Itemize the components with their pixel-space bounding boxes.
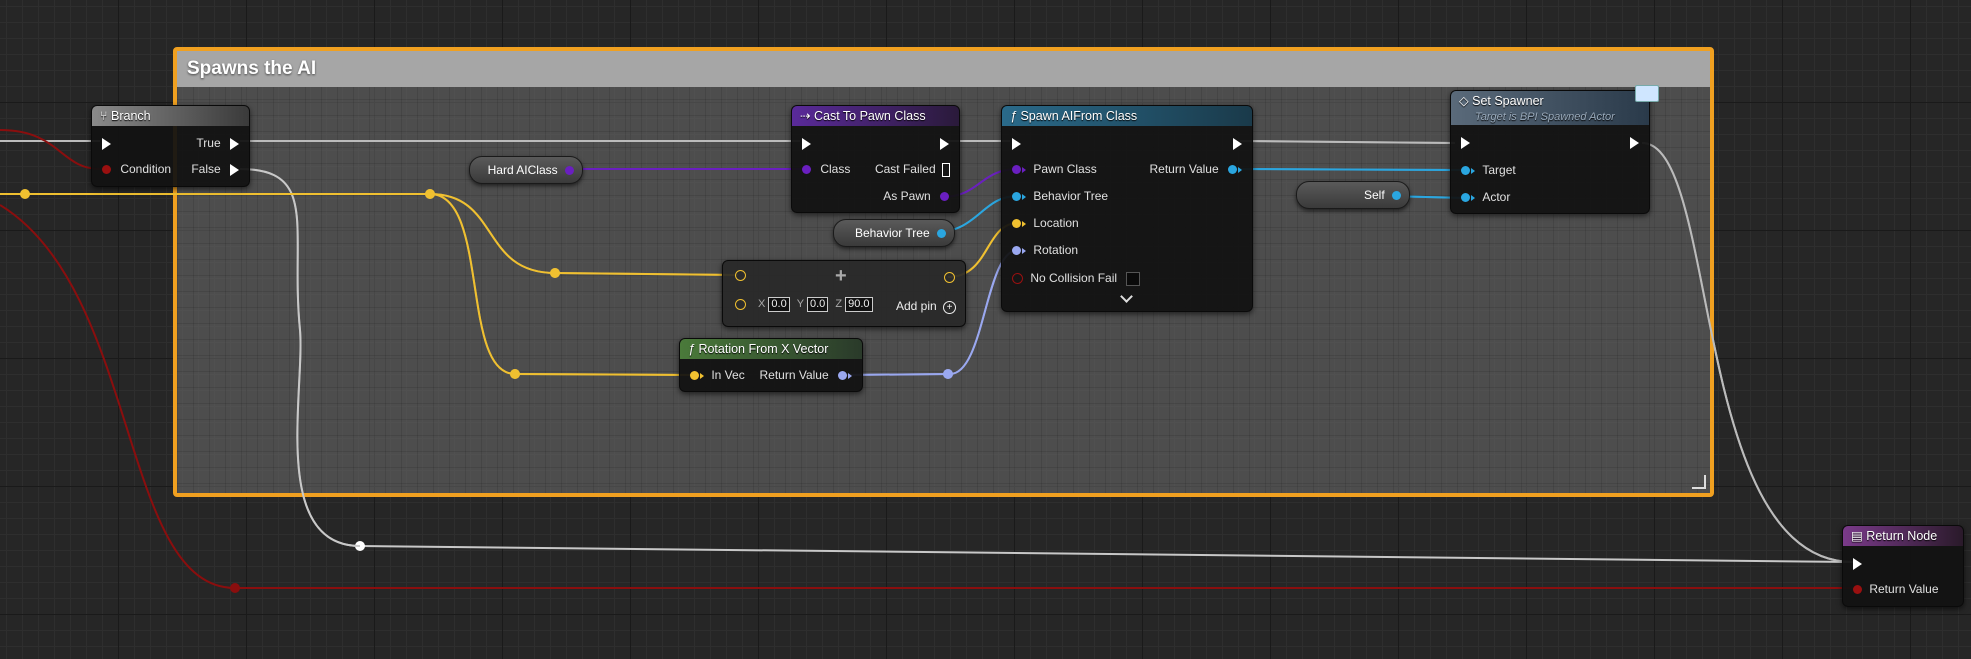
- exec-pin-hollow-icon: [942, 162, 950, 177]
- vector-pin-out-icon[interactable]: [944, 272, 955, 283]
- cast-header: ⇢ Cast To Pawn Class: [792, 106, 959, 126]
- class-pin-icon: [802, 165, 811, 175]
- exec-pin-icon: [230, 137, 239, 150]
- vector-pin-b-icon[interactable]: [735, 299, 746, 310]
- branch-condition-pin[interactable]: Condition: [102, 161, 171, 177]
- interface-icon: ◇: [1459, 94, 1469, 108]
- spawn-return-value-pin[interactable]: Return Value: [1150, 161, 1242, 177]
- spawn-exec-out[interactable]: [1233, 135, 1242, 151]
- reroute-yellow-1: [20, 189, 30, 199]
- class-pin-icon: [940, 192, 949, 202]
- reroute-exec: [355, 541, 365, 551]
- branch-true-pin[interactable]: True: [196, 135, 239, 151]
- spawn-pawn-class-pin[interactable]: Pawn Class: [1012, 161, 1097, 177]
- exec-pin-icon: [1853, 557, 1862, 570]
- spawn-ai-from-class-node[interactable]: ƒ Spawn AIFrom Class Pawn Class Return V…: [1001, 105, 1253, 312]
- spawn-header: ƒ Spawn AIFrom Class: [1002, 106, 1252, 126]
- set-spawner-exec-out[interactable]: [1630, 134, 1639, 150]
- rotation-from-x-vector-node[interactable]: ƒ Rotation From X Vector In Vec Return V…: [679, 338, 863, 392]
- x-input[interactable]: 0.0: [768, 297, 790, 312]
- bool-wire-condition: [0, 129, 101, 170]
- exec-pin-icon: [802, 137, 811, 150]
- spawn-exec-in[interactable]: [1012, 135, 1021, 151]
- envelope-icon: [1635, 85, 1659, 102]
- object-pin-icon: [1228, 165, 1237, 175]
- resize-grip-icon[interactable]: [1692, 475, 1706, 489]
- vector-pin-icon: [1012, 219, 1021, 229]
- object-pin-icon: [1012, 192, 1021, 202]
- spawn-no-collision-fail-pin[interactable]: No Collision Fail: [1012, 270, 1141, 286]
- rotation-return-pin[interactable]: Return Value: [760, 367, 852, 383]
- rotation-header: ƒ Rotation From X Vector: [680, 339, 862, 359]
- bool-pin-icon: [1012, 273, 1023, 285]
- rotator-pin-icon: [1012, 246, 1021, 256]
- cast-class-pin[interactable]: Class: [802, 161, 850, 177]
- plus-circle-icon: +: [943, 301, 957, 314]
- hard-aiclass-variable[interactable]: Hard AIClass: [469, 156, 583, 184]
- rotator-pin-icon: [838, 371, 847, 381]
- object-pin-icon[interactable]: [937, 229, 946, 239]
- branch-header: ⑂ Branch: [92, 106, 249, 126]
- return-node[interactable]: ▤ Return Node Return Value: [1842, 525, 1964, 607]
- exec-pin-icon: [230, 163, 239, 176]
- spawn-behavior-tree-pin[interactable]: Behavior Tree: [1012, 188, 1108, 204]
- branch-title: Branch: [111, 109, 151, 123]
- vector-pin-icon: [690, 371, 699, 381]
- rotation-in-vec-pin[interactable]: In Vec: [690, 367, 745, 383]
- class-pin-icon: [1012, 165, 1021, 175]
- reroute-bool: [230, 583, 240, 593]
- return-icon: ▤: [1851, 529, 1863, 543]
- add-pin-button[interactable]: Add pin +: [896, 299, 957, 314]
- exec-pin-icon: [1461, 136, 1470, 149]
- branch-exec-in[interactable]: [102, 135, 111, 151]
- bool-pin-icon: [102, 165, 111, 175]
- exec-pin-icon: [1630, 136, 1639, 149]
- behavior-tree-variable[interactable]: Behavior Tree: [833, 219, 955, 247]
- function-icon: ƒ: [1010, 109, 1017, 123]
- spawn-rotation-pin[interactable]: Rotation: [1012, 242, 1078, 258]
- return-value-pin[interactable]: Return Value: [1853, 581, 1939, 597]
- set-spawner-header: ◇ Set Spawner Target is BPI Spawned Acto…: [1451, 91, 1649, 125]
- no-collision-fail-checkbox[interactable]: [1126, 271, 1141, 286]
- y-input[interactable]: 0.0: [806, 297, 829, 312]
- cast-to-pawn-class-node[interactable]: ⇢ Cast To Pawn Class Class Cast Failed A…: [791, 105, 960, 213]
- branch-icon: ⑂: [100, 109, 108, 123]
- chevron-down-icon[interactable]: [1120, 290, 1133, 303]
- add-vector-node[interactable]: + X 0.0 Y 0.0 Z 90.0 Add pin +: [722, 260, 966, 327]
- object-pin-icon: [1461, 166, 1470, 176]
- vector-pin-a-icon[interactable]: [735, 270, 746, 281]
- spawn-location-pin[interactable]: Location: [1012, 215, 1079, 231]
- branch-node[interactable]: ⑂ Branch True Condition False: [91, 105, 250, 187]
- self-variable[interactable]: Self: [1296, 181, 1410, 209]
- exec-pin-icon: [102, 137, 111, 150]
- comment-title[interactable]: Spawns the AI: [177, 51, 1710, 87]
- add-operator-icon: +: [835, 265, 847, 287]
- cast-icon: ⇢: [800, 109, 811, 123]
- cast-exec-in[interactable]: [802, 135, 811, 151]
- vector-fields: X 0.0 Y 0.0 Z 90.0: [758, 297, 873, 312]
- exec-pin-icon: [1012, 137, 1021, 150]
- return-header: ▤ Return Node: [1843, 526, 1963, 546]
- branch-false-pin[interactable]: False: [191, 161, 239, 177]
- z-input[interactable]: 90.0: [845, 297, 873, 312]
- bool-pin-icon: [1853, 585, 1862, 595]
- object-pin-icon: [1461, 193, 1470, 203]
- cast-as-pawn-pin[interactable]: As Pawn: [883, 188, 949, 204]
- function-icon: ƒ: [688, 342, 695, 356]
- set-spawner-node[interactable]: ◇ Set Spawner Target is BPI Spawned Acto…: [1450, 85, 1659, 214]
- cast-failed-pin[interactable]: Cast Failed: [875, 161, 950, 177]
- set-spawner-actor-pin[interactable]: Actor: [1461, 189, 1510, 205]
- return-exec-in[interactable]: [1853, 555, 1862, 571]
- set-spawner-exec-in[interactable]: [1461, 134, 1470, 150]
- exec-pin-icon: [1233, 137, 1242, 150]
- class-pin-icon[interactable]: [565, 166, 574, 176]
- set-spawner-target-pin[interactable]: Target: [1461, 162, 1516, 178]
- exec-pin-icon: [940, 137, 949, 150]
- object-pin-icon[interactable]: [1392, 191, 1401, 201]
- cast-exec-out[interactable]: [940, 135, 949, 151]
